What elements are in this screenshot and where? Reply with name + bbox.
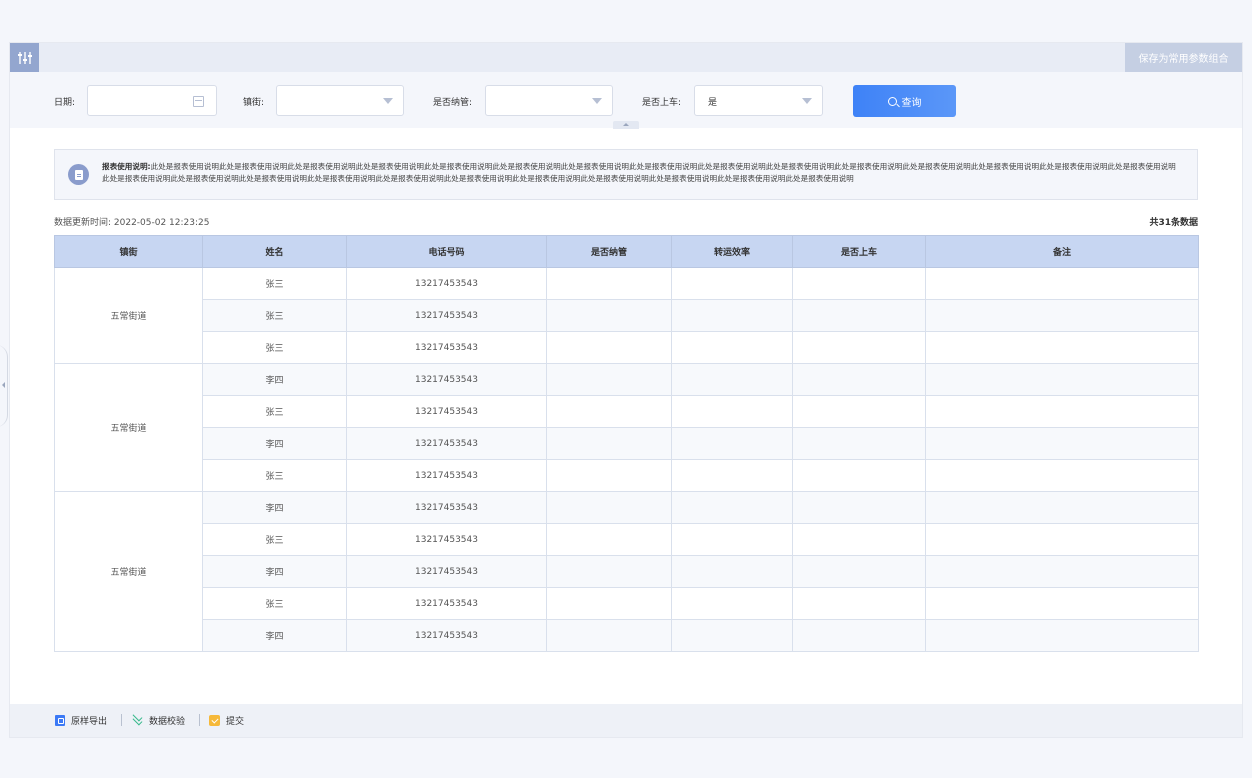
col-header-phone: 电话号码 — [346, 235, 547, 268]
phone-cell: 13217453543 — [346, 619, 547, 652]
validate-label: 数据校验 — [149, 717, 186, 727]
table-row: 五常街道 李四 13217453543 — [54, 491, 1199, 652]
phone-cell: 13217453543 — [346, 427, 547, 460]
name-cell: 李四 — [202, 363, 347, 396]
date-picker[interactable] — [87, 85, 217, 116]
export-icon — [55, 715, 65, 726]
onboard-label: 是否上车: — [642, 98, 682, 108]
search-button[interactable]: 查询 — [853, 85, 956, 117]
name-cell: 李四 — [202, 619, 347, 652]
name-cell: 张三 — [202, 331, 347, 364]
phone-cell: 13217453543 — [346, 555, 547, 588]
street-select[interactable] — [276, 85, 404, 116]
phone-cell: 13217453543 — [346, 523, 547, 556]
export-label: 原样导出 — [71, 717, 108, 727]
street-cell: 五常街道 — [54, 267, 203, 364]
data-table: 镇街 姓名 电话号码 是否纳管 转运效率 是否上车 备注 五常街道 张三 132… — [54, 235, 1199, 652]
export-button[interactable]: 原样导出 — [55, 714, 107, 727]
notice-body: 此处是报表使用说明此处是报表使用说明此处是报表使用说明此处是报表使用说明此处是报… — [102, 162, 1176, 183]
phone-cell: 13217453543 — [346, 459, 547, 492]
phone-cell: 13217453543 — [346, 587, 547, 620]
table-row: 张三 13217453543 — [55, 523, 1199, 556]
top-toolbar: 保存为常用参数组合 — [10, 43, 1242, 72]
phone-cell: 13217453543 — [346, 299, 547, 332]
col-header-name: 姓名 — [202, 235, 347, 268]
table-row: 张三 13217453543 — [55, 395, 1199, 428]
layers-check-icon — [132, 715, 143, 726]
phone-cell: 13217453543 — [346, 395, 547, 428]
divider — [121, 714, 122, 726]
chevron-down-icon — [383, 98, 393, 104]
street-cell: 五常街道 — [54, 491, 203, 652]
name-cell: 张三 — [202, 587, 347, 620]
onboard-select[interactable]: 是 — [694, 85, 823, 116]
name-cell: 李四 — [202, 555, 347, 588]
submit-icon — [209, 715, 220, 726]
table-row: 张三 13217453543 — [55, 459, 1199, 492]
table-row: 张三 13217453543 — [55, 587, 1199, 620]
search-icon — [887, 96, 897, 106]
name-cell: 张三 — [202, 267, 347, 300]
action-footer: 原样导出 数据校验 提交 — [10, 704, 1242, 737]
report-panel: 保存为常用参数组合 日期: 镇街: 是否纳管: 是否上车: 是 查询 报表使用说… — [9, 42, 1243, 738]
filter-toggle-button[interactable] — [10, 43, 39, 72]
chevron-down-icon — [592, 98, 602, 104]
filter-bar: 日期: 镇街: 是否纳管: 是否上车: 是 查询 — [10, 72, 1242, 129]
table-row: 李四 13217453543 — [55, 555, 1199, 588]
record-count: 共31条数据 — [1149, 218, 1198, 228]
street-label: 镇街: — [243, 98, 265, 108]
table-header-row: 镇街 姓名 电话号码 是否纳管 转运效率 是否上车 备注 — [54, 235, 1199, 268]
table-row: 五常街道 李四 13217453543 — [54, 363, 1199, 492]
col-header-managed: 是否纳管 — [546, 235, 672, 268]
sliders-icon — [17, 51, 32, 64]
phone-cell: 13217453543 — [346, 331, 547, 364]
table-row: 张三 13217453543 — [55, 299, 1199, 332]
name-cell: 张三 — [202, 459, 347, 492]
date-label: 日期: — [54, 98, 76, 108]
table-row: 张三 13217453543 — [55, 331, 1199, 364]
save-param-set-button[interactable]: 保存为常用参数组合 — [1125, 43, 1242, 72]
onboard-value: 是 — [708, 98, 718, 108]
table-row: 李四 13217453543 — [55, 427, 1199, 460]
submit-button[interactable]: 提交 — [209, 714, 244, 727]
side-collapse-handle[interactable] — [0, 345, 8, 427]
col-header-street: 镇街 — [54, 235, 203, 268]
collapse-filter-tab[interactable] — [613, 121, 639, 129]
notice-title: 报表使用说明: — [102, 162, 151, 171]
calendar-icon — [193, 96, 204, 107]
col-header-efficiency: 转运效率 — [671, 235, 793, 268]
document-icon — [68, 164, 89, 185]
phone-cell: 13217453543 — [346, 267, 547, 300]
name-cell: 李四 — [202, 427, 347, 460]
validate-button[interactable]: 数据校验 — [132, 714, 185, 727]
table-row: 五常街道 张三 13217453543 — [54, 267, 1199, 364]
update-time: 数据更新时间: 2022-05-02 12:23:25 — [54, 218, 210, 228]
chevron-down-icon — [802, 98, 812, 104]
report-notice: 报表使用说明:此处是报表使用说明此处是报表使用说明此处是报表使用说明此处是报表使… — [54, 149, 1198, 200]
name-cell: 张三 — [202, 395, 347, 428]
name-cell: 张三 — [202, 299, 347, 332]
col-header-remark: 备注 — [925, 235, 1199, 268]
phone-cell: 13217453543 — [346, 363, 547, 396]
submit-label: 提交 — [226, 717, 245, 727]
col-header-onboard: 是否上车 — [792, 235, 926, 268]
name-cell: 李四 — [202, 491, 347, 524]
managed-label: 是否纳管: — [433, 98, 473, 108]
managed-select[interactable] — [485, 85, 613, 116]
divider — [199, 714, 200, 726]
notice-text: 报表使用说明:此处是报表使用说明此处是报表使用说明此处是报表使用说明此处是报表使… — [102, 161, 1182, 185]
street-cell: 五常街道 — [54, 363, 203, 492]
table-row: 李四 13217453543 — [55, 619, 1199, 652]
name-cell: 张三 — [202, 523, 347, 556]
phone-cell: 13217453543 — [346, 491, 547, 524]
search-button-label: 查询 — [901, 97, 922, 109]
